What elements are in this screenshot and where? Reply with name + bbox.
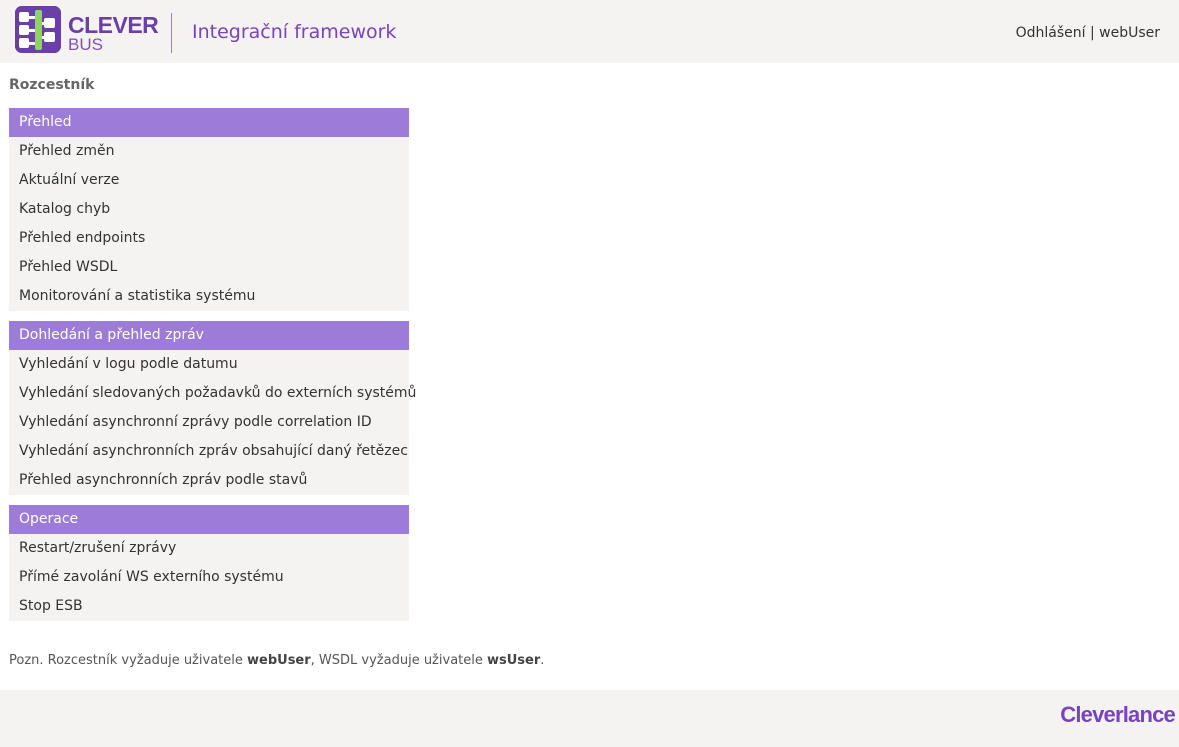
- cleverlance-logo: Cleverlance: [1060, 702, 1176, 727]
- footnote-suffix: .: [540, 653, 545, 668]
- logout-link[interactable]: Odhlášení: [1016, 25, 1086, 41]
- clever-bus-logo-icon: [15, 6, 61, 53]
- user-nav: Odhlášení | webUser: [1016, 24, 1160, 42]
- page-title: Rozcestník: [9, 77, 95, 93]
- footer-bar: Cleverlance: [0, 690, 1179, 747]
- menu-item-direct-ws-call[interactable]: Přímé zavolání WS externího systému: [9, 563, 409, 592]
- menu-section-messages: Dohledání a přehled zpráv Vyhledání v lo…: [9, 321, 416, 495]
- menu-item-search-by-correlation-id[interactable]: Vyhledání asynchronní zprávy podle corre…: [9, 408, 409, 437]
- menu-item-stop-esb[interactable]: Stop ESB: [9, 592, 409, 621]
- menu-item-current-version[interactable]: Aktuální verze: [9, 166, 409, 195]
- brand-subname: BUS: [68, 35, 103, 54]
- footnote: Pozn. Rozcestník vyžaduje uživatele webU…: [9, 653, 544, 669]
- menu-item-search-by-string[interactable]: Vyhledání asynchronních zpráv obsahující…: [9, 437, 409, 466]
- menu-item-monitoring[interactable]: Monitorování a statistika systému: [9, 282, 409, 311]
- section-heading: Operace: [9, 505, 409, 534]
- section-heading: Přehled: [9, 108, 409, 137]
- menu-item-wsdl-overview[interactable]: Přehled WSDL: [9, 253, 409, 282]
- footnote-user-web: webUser: [247, 653, 311, 668]
- menu-item-error-catalog[interactable]: Katalog chyb: [9, 195, 409, 224]
- menu-item-endpoints-overview[interactable]: Přehled endpoints: [9, 224, 409, 253]
- footnote-user-ws: wsUser: [487, 653, 541, 668]
- menu-item-messages-by-state[interactable]: Přehled asynchronních zpráv podle stavů: [9, 466, 409, 495]
- navigation-menu: Přehled Přehled změn Aktuální verze Kata…: [9, 108, 416, 631]
- app-title: Integrační framework: [192, 21, 397, 43]
- header-bar: CLEVER BUS Integrační framework Odhlášen…: [0, 0, 1179, 63]
- menu-item-restart-message[interactable]: Restart/zrušení zprávy: [9, 534, 409, 563]
- footnote-prefix: Pozn. Rozcestník vyžaduje uživatele: [9, 653, 247, 668]
- brand-name: CLEVER: [68, 12, 159, 38]
- menu-section-overview: Přehled Přehled změn Aktuální verze Kata…: [9, 108, 409, 311]
- menu-item-changes-overview[interactable]: Přehled změn: [9, 137, 409, 166]
- menu-section-operations: Operace Restart/zrušení zprávy Přímé zav…: [9, 505, 409, 621]
- header-divider: [171, 13, 172, 53]
- menu-item-log-search-by-date[interactable]: Vyhledání v logu podle datumu: [9, 350, 409, 379]
- user-nav-separator: |: [1089, 25, 1095, 41]
- current-user: webUser: [1099, 25, 1160, 41]
- section-heading: Dohledání a přehled zpráv: [9, 321, 409, 350]
- menu-item-tracked-requests-search[interactable]: Vyhledání sledovaných požadavků do exter…: [9, 379, 416, 408]
- footnote-middle: , WSDL vyžaduje uživatele: [310, 653, 487, 668]
